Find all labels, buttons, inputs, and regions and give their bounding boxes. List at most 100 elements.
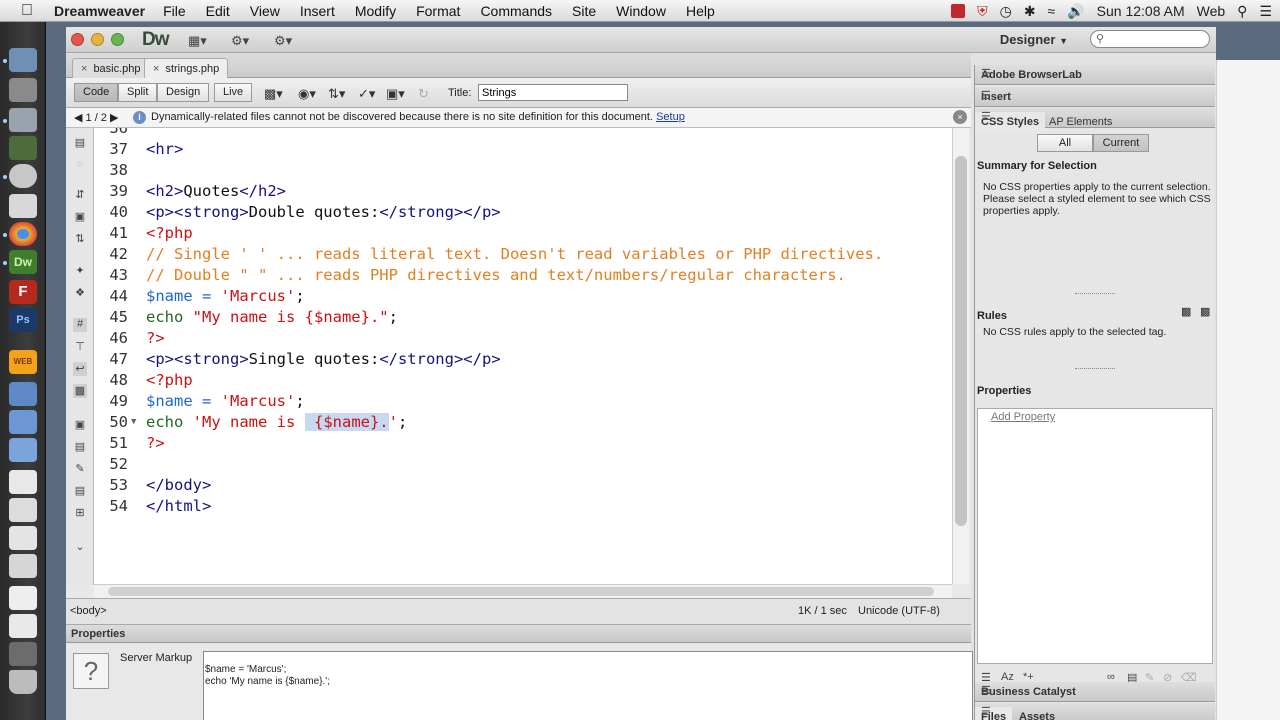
bluetooth-icon[interactable]: ✱: [1024, 3, 1036, 20]
document-icon[interactable]: [9, 470, 37, 494]
system-preferences-icon[interactable]: [9, 108, 37, 132]
browserlab-panel-header[interactable]: Adobe BrowserLab ☰: [975, 65, 1215, 85]
insert-panel-header[interactable]: Insert ☰: [975, 87, 1215, 107]
clock[interactable]: Sun 12:08 AM: [1097, 3, 1185, 19]
split-view-button[interactable]: Split: [118, 83, 158, 102]
document-icon[interactable]: [9, 498, 37, 522]
refresh-icon[interactable]: ↻: [418, 86, 429, 102]
rules-icon[interactable]: ▩: [1200, 305, 1210, 318]
stack-icon[interactable]: [9, 642, 37, 666]
close-icon[interactable]: ×: [953, 110, 967, 124]
close-tab-icon[interactable]: ×: [153, 63, 159, 75]
menu-window[interactable]: Window: [616, 3, 666, 19]
wrap-tag-icon[interactable]: ✎: [73, 462, 87, 476]
menu-file[interactable]: File: [163, 3, 186, 19]
document-icon[interactable]: [9, 554, 37, 578]
minimize-window-button[interactable]: [91, 33, 104, 46]
filezilla-icon[interactable]: F: [9, 280, 37, 304]
folder-icon[interactable]: [9, 382, 37, 406]
panel-menu-icon[interactable]: ☰: [981, 67, 1209, 80]
collapse-selection-icon[interactable]: ▣: [73, 210, 87, 224]
menu-edit[interactable]: Edit: [206, 3, 230, 19]
pen-app-icon[interactable]: [9, 194, 37, 218]
horizontal-scrollbar[interactable]: [94, 584, 952, 598]
menu-commands[interactable]: Commands: [480, 3, 552, 19]
preview-browser-icon[interactable]: ◉▾: [298, 86, 316, 102]
site-icon[interactable]: ⚙▾: [274, 33, 292, 49]
photoshop-icon[interactable]: Ps: [9, 308, 37, 332]
file-management-icon[interactable]: ⇅▾: [328, 86, 345, 102]
live-view-button[interactable]: Live: [214, 83, 253, 102]
layout-icon[interactable]: ▦▾: [188, 33, 207, 49]
apple-icon[interactable]: : [0, 2, 54, 20]
record-icon[interactable]: [951, 4, 966, 18]
volume-icon[interactable]: 🔊: [1067, 3, 1084, 20]
panel-menu-icon[interactable]: ☰: [981, 110, 1209, 123]
workspace-switcher[interactable]: Designer ▼: [1000, 32, 1068, 47]
page-title-input[interactable]: [478, 84, 628, 101]
scroll-thumb[interactable]: [108, 587, 934, 596]
web-folder-icon[interactable]: WEB: [9, 350, 37, 374]
trash-icon[interactable]: [9, 670, 37, 694]
open-documents-icon[interactable]: ▤: [73, 136, 87, 150]
balance-braces-icon[interactable]: ❖: [73, 286, 87, 300]
visual-aids-icon[interactable]: ▣▾: [386, 86, 405, 102]
line-numbers-icon[interactable]: #: [73, 318, 87, 332]
expand-all-icon[interactable]: ⇅: [73, 232, 87, 246]
pdf-document-icon[interactable]: [9, 586, 37, 610]
user-menu[interactable]: Web: [1197, 3, 1226, 19]
menu-help[interactable]: Help: [686, 3, 715, 19]
zoom-window-button[interactable]: [111, 33, 124, 46]
menu-modify[interactable]: Modify: [355, 3, 396, 19]
move-css-icon[interactable]: ⊞: [73, 506, 87, 520]
tab-basic-php[interactable]: × basic.php: [72, 58, 150, 78]
menu-insert[interactable]: Insert: [300, 3, 335, 19]
vertical-scrollbar[interactable]: [952, 128, 969, 584]
finder-icon[interactable]: [9, 48, 37, 72]
scroll-thumb[interactable]: [955, 156, 967, 526]
notification-icon[interactable]: ☰: [1259, 3, 1272, 20]
help-search-input[interactable]: ⚲: [1090, 30, 1210, 48]
setup-link[interactable]: Setup: [656, 111, 685, 123]
document-icon[interactable]: [9, 526, 37, 550]
wifi-icon[interactable]: ≈: [1048, 3, 1056, 19]
gear-icon[interactable]: ⚙▾: [231, 33, 249, 49]
menu-format[interactable]: Format: [416, 3, 460, 19]
check-browser-icon[interactable]: ✓▾: [358, 86, 375, 102]
select-parent-tag-icon[interactable]: ✦: [73, 264, 87, 278]
recent-snippets-icon[interactable]: ▤: [73, 484, 87, 498]
fold-arrow-icon[interactable]: ▼: [131, 412, 136, 433]
rules-icon[interactable]: ▩: [1181, 305, 1191, 318]
server-markup-field[interactable]: $name = 'Marcus'; echo 'My name is {$nam…: [203, 651, 973, 720]
dreamweaver-icon[interactable]: Dw: [9, 250, 37, 274]
code-editor[interactable]: 36 37 <hr> 38 39 <h2>Quotes</h2> 40 <p><strong>…: [94, 128, 952, 584]
tag-selector[interactable]: <body>: [70, 605, 107, 617]
highlight-invalid-icon[interactable]: ⊤: [73, 340, 87, 354]
properties-header[interactable]: Properties: [66, 625, 971, 643]
pane-divider[interactable]: [1075, 293, 1115, 296]
close-window-button[interactable]: [71, 33, 84, 46]
business-catalyst-panel-header[interactable]: Business Catalyst ☰: [975, 682, 1215, 702]
apply-comment-icon[interactable]: ▣: [73, 418, 87, 432]
folder-icon[interactable]: [9, 410, 37, 434]
multiscreen-icon[interactable]: ▩▾: [264, 86, 283, 102]
chrome-icon[interactable]: [9, 222, 37, 246]
tab-strings-php[interactable]: × strings.php: [144, 58, 229, 78]
panel-menu-icon[interactable]: ☰: [981, 684, 1209, 697]
app-icon[interactable]: [9, 136, 37, 160]
add-property-link[interactable]: Add Property: [991, 411, 1055, 423]
sun-icon[interactable]: ☼: [73, 158, 87, 172]
pane-divider[interactable]: [1075, 368, 1115, 371]
time-machine-icon[interactable]: ◷: [1000, 3, 1012, 20]
chevron-down-icon[interactable]: ⌄: [73, 540, 87, 554]
preview-icon[interactable]: [9, 78, 37, 102]
panel-menu-icon[interactable]: ☰: [981, 89, 1209, 102]
document-icon[interactable]: [9, 614, 37, 638]
menu-site[interactable]: Site: [572, 3, 596, 19]
folder-icon[interactable]: [9, 438, 37, 462]
panel-menu-icon[interactable]: ☰: [981, 705, 1209, 718]
app-menu[interactable]: Dreamweaver: [54, 3, 145, 19]
design-view-button[interactable]: Design: [157, 83, 210, 102]
word-wrap-icon[interactable]: ↩: [73, 362, 87, 376]
spotlight-icon[interactable]: ⚲: [1237, 3, 1247, 20]
